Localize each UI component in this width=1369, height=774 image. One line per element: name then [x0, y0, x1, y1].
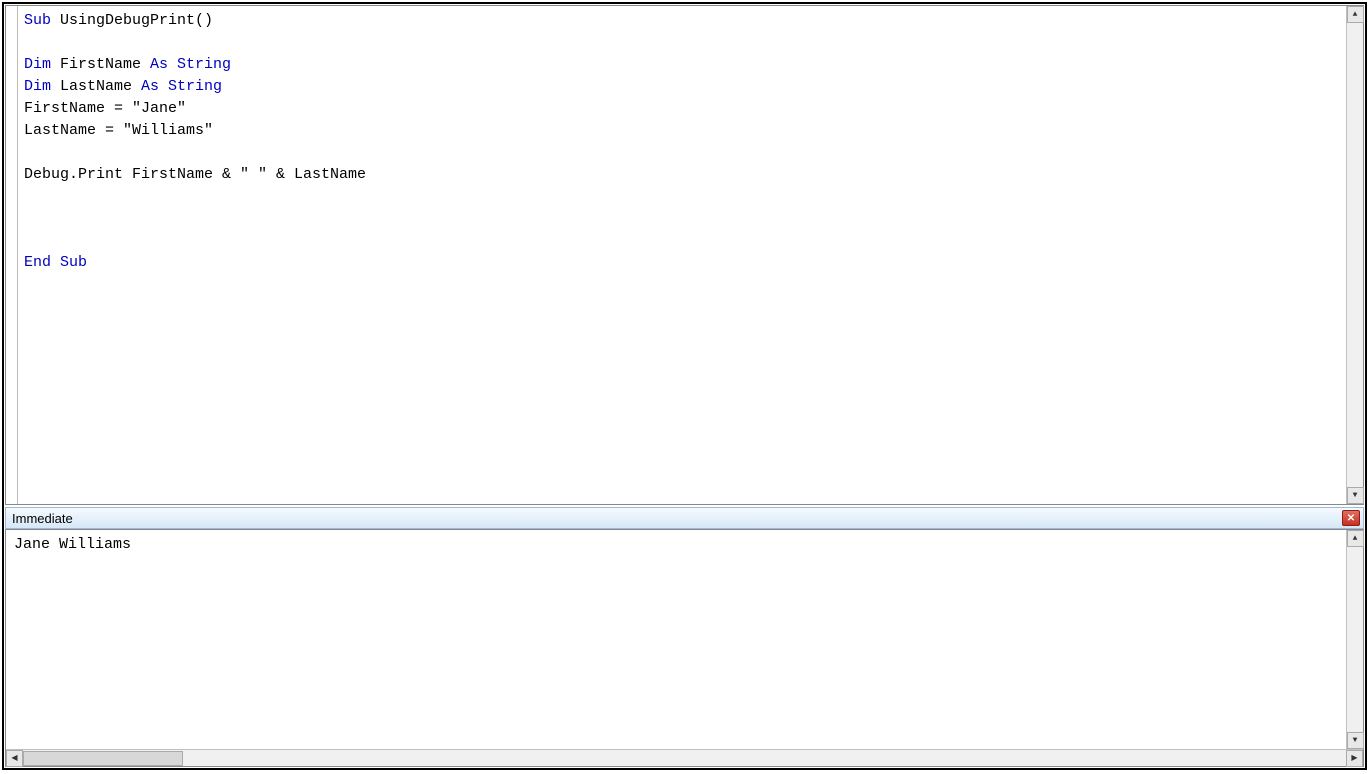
code-line[interactable]: FirstName = "Jane": [24, 98, 1340, 120]
code-vertical-scrollbar[interactable]: ▲ ▼: [1346, 6, 1363, 504]
code-line[interactable]: Debug.Print FirstName & " " & LastName: [24, 164, 1340, 186]
code-pane: Sub UsingDebugPrint() Dim FirstName As S…: [5, 5, 1364, 505]
close-icon[interactable]: ✕: [1342, 510, 1360, 526]
scroll-up-button[interactable]: ▲: [1347, 6, 1364, 23]
immediate-horizontal-scrollbar[interactable]: ◀ ▶: [6, 749, 1363, 766]
immediate-output[interactable]: Jane Williams: [6, 530, 1346, 749]
immediate-titlebar[interactable]: Immediate ✕: [5, 507, 1364, 529]
immediate-vertical-scrollbar[interactable]: ▲ ▼: [1346, 530, 1363, 749]
code-line[interactable]: Dim LastName As String: [24, 76, 1340, 98]
scroll-up-button[interactable]: ▲: [1347, 530, 1364, 547]
code-line[interactable]: [24, 142, 1340, 164]
code-editor[interactable]: Sub UsingDebugPrint() Dim FirstName As S…: [18, 6, 1346, 504]
immediate-output-text: Jane Williams: [14, 536, 131, 553]
scroll-left-button[interactable]: ◀: [6, 750, 23, 767]
scroll-thumb[interactable]: [23, 751, 183, 766]
scroll-down-button[interactable]: ▼: [1347, 487, 1364, 504]
code-line[interactable]: Dim FirstName As String: [24, 54, 1340, 76]
scroll-down-button[interactable]: ▼: [1347, 732, 1364, 749]
immediate-body: Jane Williams ▲ ▼ ◀ ▶: [5, 529, 1364, 767]
code-line[interactable]: Sub UsingDebugPrint(): [24, 10, 1340, 32]
immediate-pane: Immediate ✕ Jane Williams ▲ ▼ ◀ ▶: [5, 507, 1364, 767]
code-line[interactable]: LastName = "Williams": [24, 120, 1340, 142]
scroll-right-button[interactable]: ▶: [1346, 750, 1363, 767]
code-line[interactable]: End Sub: [24, 252, 1340, 274]
code-body: Sub UsingDebugPrint() Dim FirstName As S…: [6, 6, 1363, 504]
code-line[interactable]: [24, 186, 1340, 208]
breakpoint-margin[interactable]: [6, 6, 18, 504]
code-line[interactable]: [24, 208, 1340, 230]
code-line[interactable]: [24, 32, 1340, 54]
immediate-title-text: Immediate: [12, 511, 73, 526]
vba-editor-window: Sub UsingDebugPrint() Dim FirstName As S…: [2, 2, 1367, 770]
code-line[interactable]: [24, 230, 1340, 252]
